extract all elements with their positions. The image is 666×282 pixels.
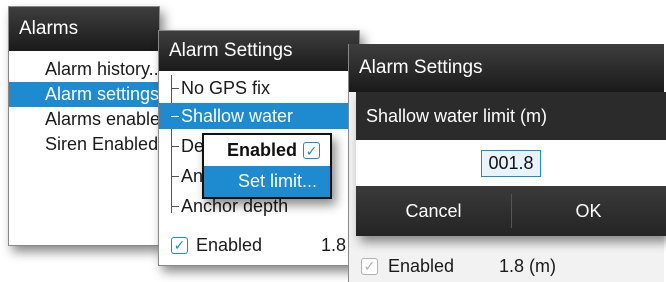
menu-item-shallow-water[interactable]: Shallow water: [159, 103, 359, 129]
tree-tick: [171, 205, 179, 207]
enabled-value: 1.8: [321, 234, 347, 255]
shallow-water-limit-dialog: Shallow water limit (m) 001.8 Cancel OK: [356, 92, 666, 236]
checkmark-icon: ✓: [173, 237, 186, 253]
menu-item-alarm-history[interactable]: Alarm history...: [9, 57, 159, 82]
alarm-settings-title: Alarm Settings: [159, 31, 359, 71]
menu-item-label: Alarm settings...: [45, 84, 159, 104]
set-limit-item[interactable]: Set limit...: [204, 166, 330, 197]
menu-item-label: Siren Enabled: [45, 134, 159, 154]
menu-item-label: Shallow water: [181, 105, 294, 126]
back-enabled-row: ✓ Enabled 1.8 (m): [349, 252, 665, 280]
menu-item-no-gps-fix[interactable]: No GPS fix: [159, 75, 359, 101]
limit-value-input[interactable]: 001.8: [481, 149, 541, 177]
back-enabled-checkbox: ✓: [361, 257, 378, 275]
alarms-panel: Alarms Alarm history... Alarm settings..…: [8, 6, 160, 246]
menu-item-label: Alarm history...: [45, 59, 159, 79]
menu-item-siren-enabled[interactable]: Siren Enabled: [9, 132, 159, 157]
tree-tick: [171, 175, 179, 177]
back-enabled-label: Enabled: [388, 255, 455, 276]
menu-item-label: Alarms enabled: [45, 109, 159, 129]
set-limit-label: Set limit...: [238, 171, 318, 191]
checkmark-icon: ✓: [363, 258, 376, 274]
cancel-button[interactable]: Cancel: [356, 186, 511, 236]
submenu-enabled-label: Enabled: [226, 140, 297, 160]
menu-item-alarms-enabled[interactable]: Alarms enabled: [9, 107, 159, 132]
back-enabled-value: 1.8 (m): [499, 255, 557, 276]
button-separator: [511, 194, 512, 228]
submenu-enabled-row[interactable]: Enabled ✓: [204, 135, 330, 166]
tree-tick: [171, 115, 179, 117]
shallow-water-submenu: Enabled ✓ Set limit...: [202, 133, 332, 199]
enabled-checkbox[interactable]: ✓: [171, 236, 188, 254]
dialog-buttons: Cancel OK: [356, 186, 666, 236]
checkmark-icon: ✓: [305, 142, 318, 159]
ok-button[interactable]: OK: [511, 186, 666, 236]
tree-tick: [171, 87, 179, 89]
alarms-title: Alarms: [9, 7, 159, 51]
tree-tick: [171, 145, 179, 147]
menu-item-label: No GPS fix: [181, 77, 271, 98]
enabled-label: Enabled: [196, 234, 263, 255]
submenu-enabled-checkbox[interactable]: ✓: [303, 142, 320, 159]
dialog-title: Shallow water limit (m): [366, 105, 548, 126]
alarm-settings-back-title: Alarm Settings: [349, 44, 664, 92]
enabled-row[interactable]: ✓ Enabled 1.8: [159, 231, 359, 259]
dialog-body: 001.8: [356, 140, 666, 186]
menu-item-alarm-settings[interactable]: Alarm settings...: [9, 82, 159, 107]
